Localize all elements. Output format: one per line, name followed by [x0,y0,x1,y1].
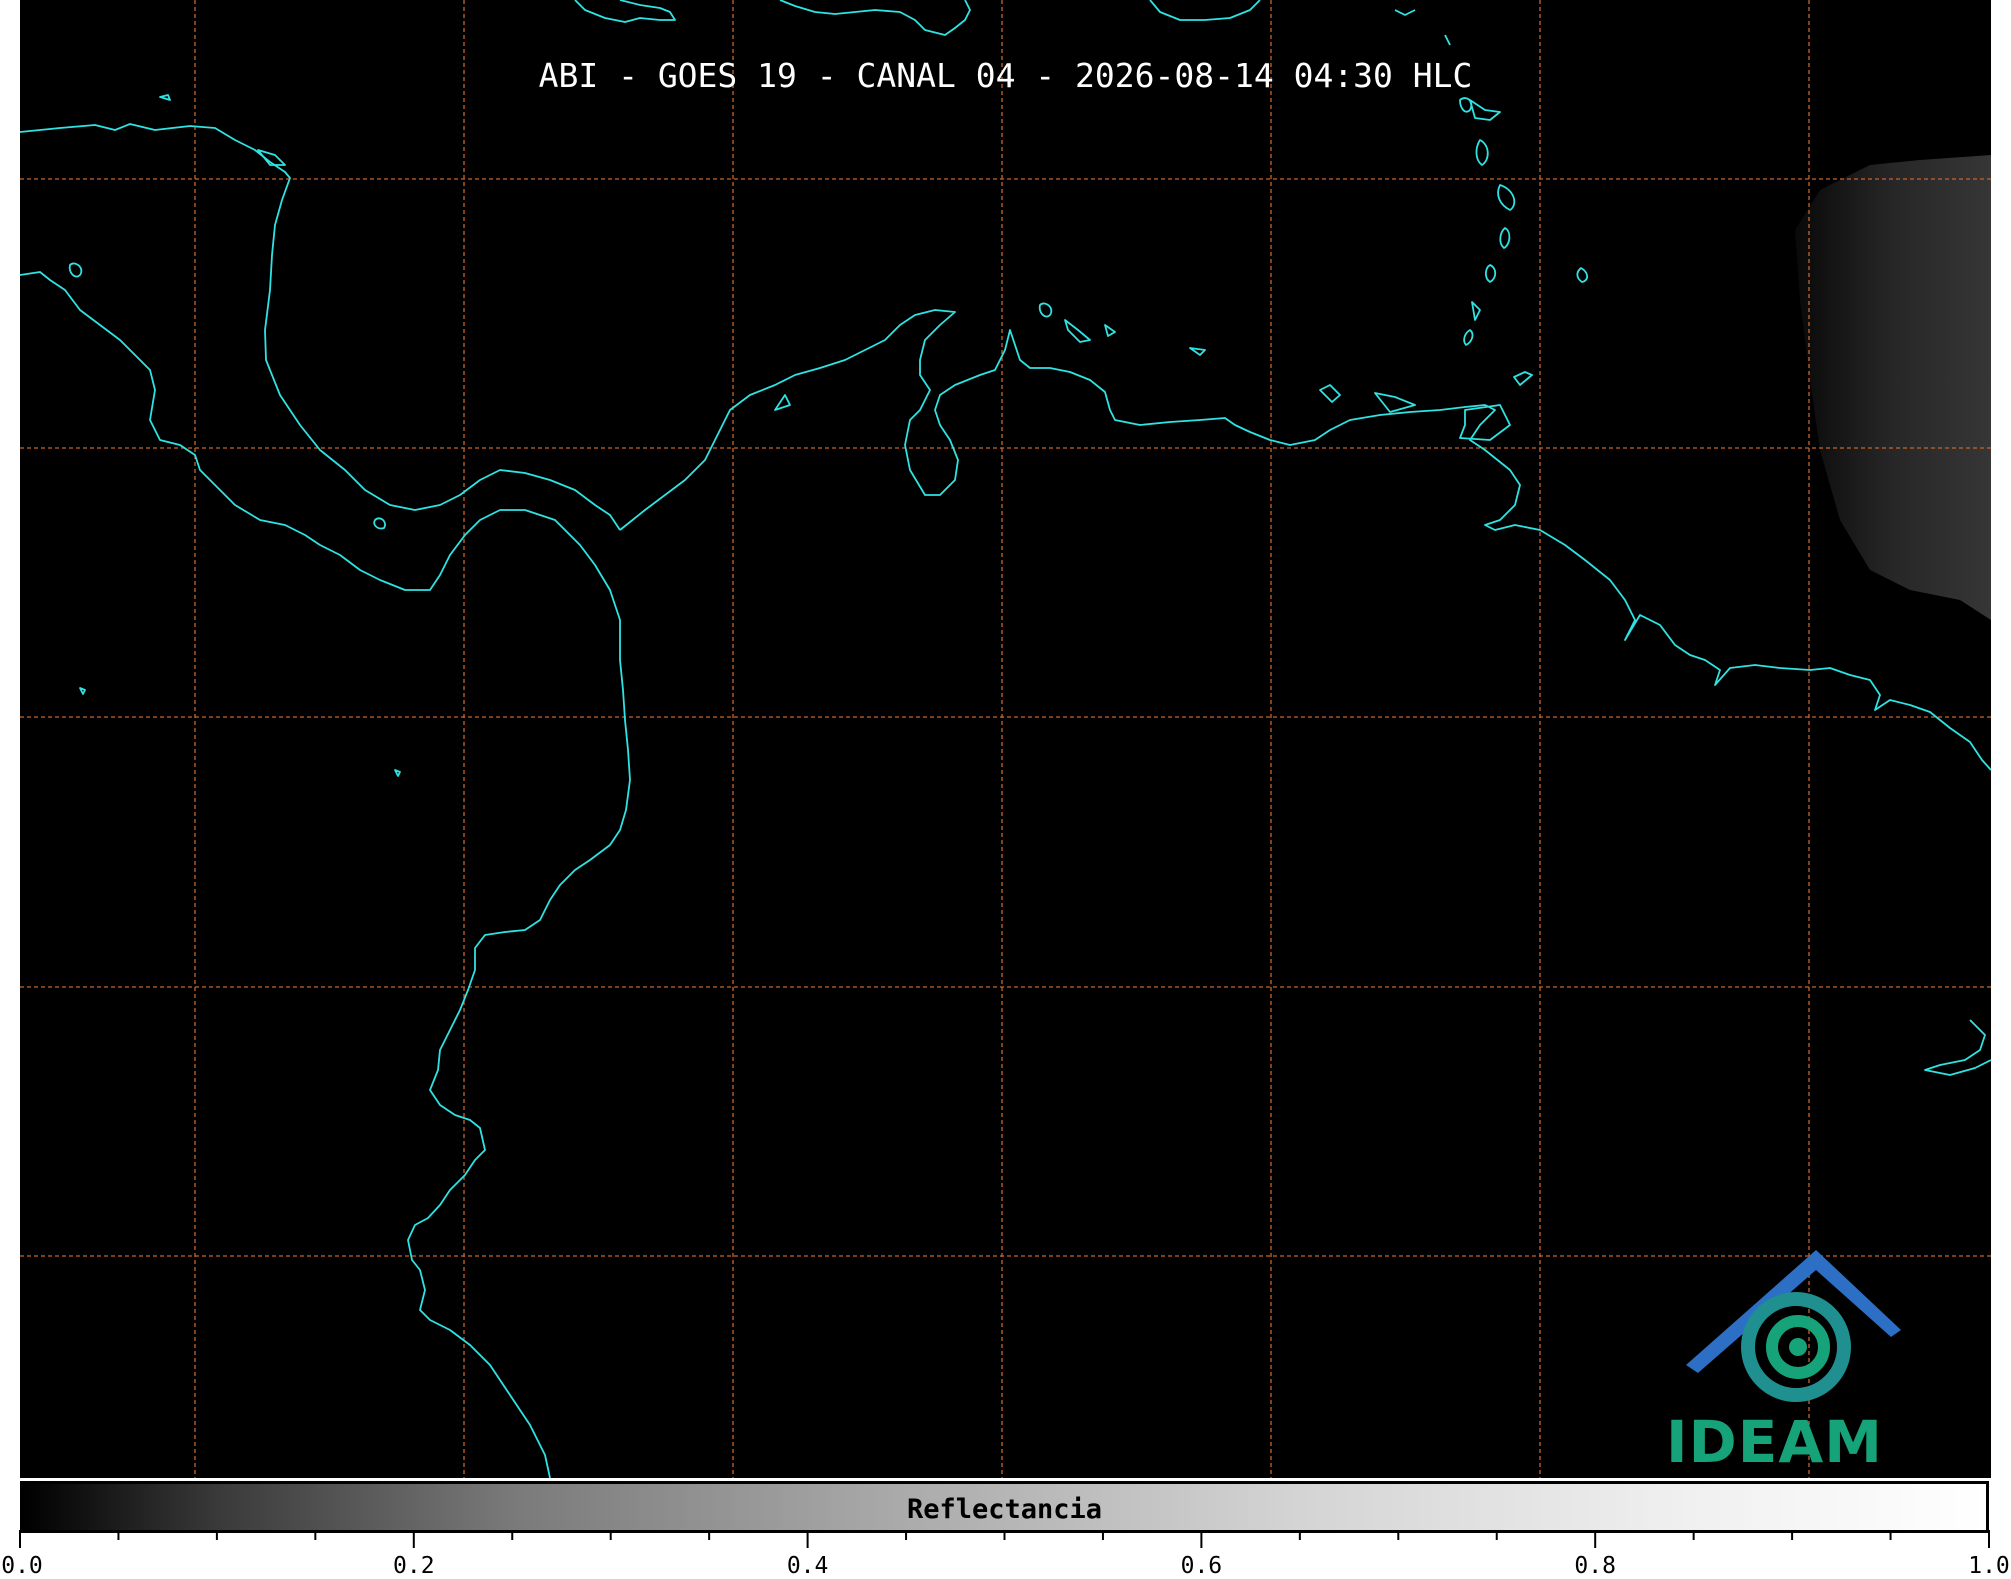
colorbar-ticks [19,1530,1990,1548]
map-layers [20,0,1991,1478]
colorbar-tick-label: 1.0 [1968,1553,2010,1579]
map-title: ABI - GOES 19 - CANAL 04 - 2026-08-14 04… [538,56,1473,95]
colorbar-tick-label: 0.4 [786,1553,829,1579]
cloud-region [1795,155,1991,620]
colorbar-tick-label: 0.8 [1574,1553,1616,1579]
colorbar: Reflectancia [20,1481,1989,1533]
colorbar-tick-label: 0.6 [1180,1553,1223,1579]
colorbar-label: Reflectancia [906,1494,1103,1525]
ideam-logo-icon [1686,1250,1901,1402]
ideam-logo-text: IDEAM [1666,1408,1883,1476]
satellite-image-map: ABI - GOES 19 - CANAL 04 - 2026-08-14 04… [20,0,1991,1478]
colorbar-tick-label: 0.2 [393,1553,435,1579]
colorbar-tick-label: 0.0 [1,1553,43,1579]
graticule [20,0,1991,1478]
